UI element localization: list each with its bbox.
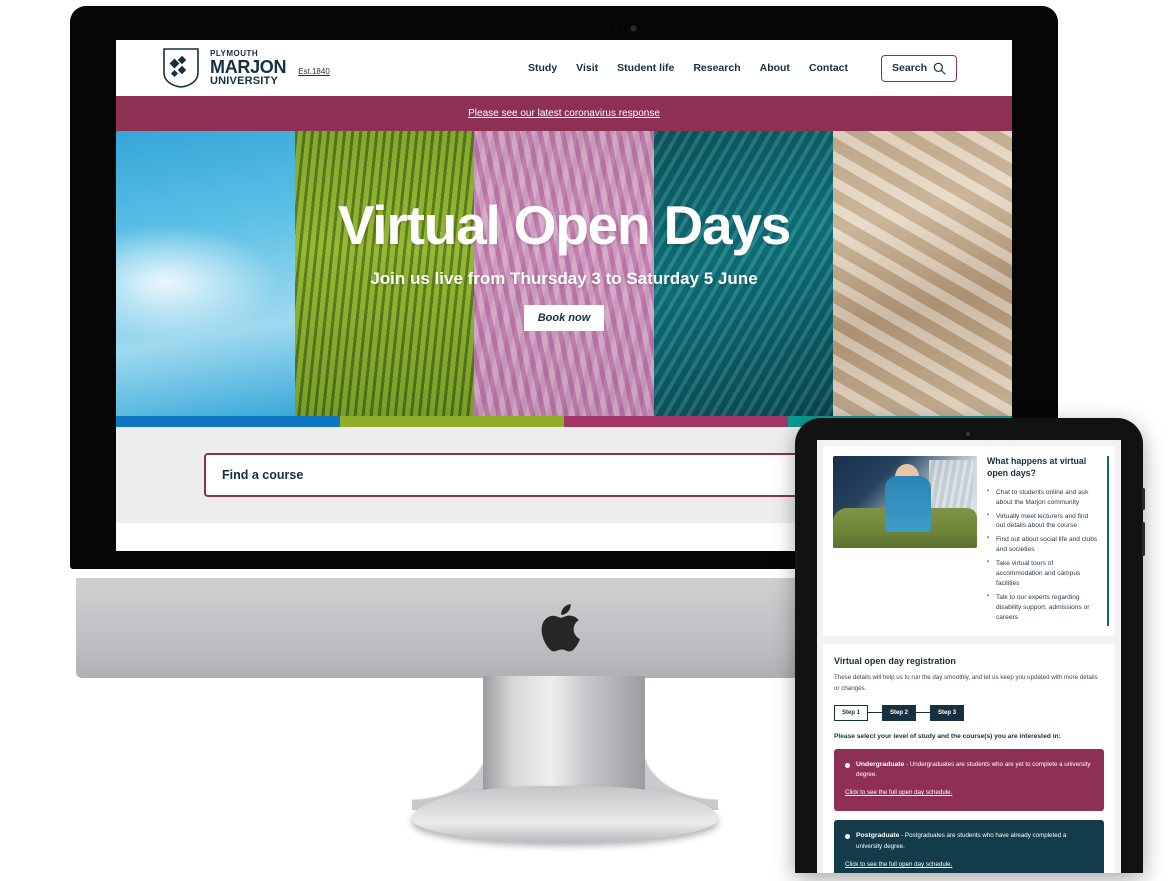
option-text: Undergraduate - Undergraduates are stude…: [856, 760, 1093, 781]
coronavirus-banner[interactable]: Please see our latest coronavirus respon…: [116, 96, 1012, 131]
option-title: Postgraduate: [856, 832, 900, 840]
option-title: Undergraduate: [856, 760, 905, 768]
tablet-screen: What happens at virtual open days? Chat …: [817, 440, 1121, 873]
imac-camera-indicator-icon: [615, 28, 617, 30]
tablet-volume-button[interactable]: [1142, 488, 1145, 510]
registration-heading: Virtual open day registration: [834, 656, 956, 667]
step-connector: [916, 711, 931, 714]
colorbar-segment-blue: [116, 416, 340, 427]
hero-title: Virtual Open Days: [337, 194, 792, 256]
option-row: Undergraduate - Undergraduates are stude…: [845, 760, 1093, 781]
nav-item-visit[interactable]: Visit: [576, 62, 598, 74]
brand-line-2: MARJON: [210, 56, 287, 77]
search-icon: [933, 62, 946, 75]
option-row: Postgraduate - Postgraduates are student…: [845, 831, 1093, 852]
book-now-button[interactable]: Book now: [523, 305, 605, 331]
imac-stand-neck: [483, 676, 645, 804]
student-photo: [833, 456, 977, 548]
step-connector: [868, 711, 883, 714]
marjon-shield-icon: [163, 48, 199, 88]
tablet-device: What happens at virtual open days? Chat …: [795, 418, 1145, 873]
imac-stand-base: [412, 786, 718, 842]
info-card-bullet-list: Chat to students online and ask about th…: [987, 487, 1099, 623]
main-navigation: Study Visit Student life Research About …: [528, 54, 958, 82]
step-1[interactable]: Step 1: [834, 704, 869, 721]
list-item: Find out about social life and clubs and…: [987, 534, 1099, 555]
established-label[interactable]: Est.1840: [298, 61, 330, 76]
list-item: Talk to our experts regarding disability…: [987, 592, 1099, 623]
tablet-power-button[interactable]: [1142, 522, 1145, 556]
list-item: Take virtual tours of accommodation and …: [987, 558, 1099, 589]
student-body: [885, 476, 931, 532]
apple-logo-icon: [541, 604, 580, 652]
step-indicator: Step 1 Step 2 Step 3: [834, 704, 1104, 721]
option-undergraduate[interactable]: Undergraduate - Undergraduates are stude…: [834, 748, 1104, 812]
hero-subtitle: Join us live from Thursday 3 to Saturday…: [370, 269, 758, 288]
registration-intro: These details will help us to run the da…: [834, 674, 1098, 692]
open-day-info-card: What happens at virtual open days? Chat …: [823, 446, 1115, 637]
card-accent-line: [1107, 456, 1109, 627]
hero-content: Virtual Open Days Join us live from Thur…: [116, 131, 1012, 416]
radio-icon[interactable]: [845, 762, 850, 768]
registration-card: Virtual open day registration These deta…: [823, 644, 1115, 873]
info-card-heading: What happens at virtual open days?: [987, 456, 1087, 478]
colorbar-segment-green: [340, 416, 564, 427]
imac-camera-icon: [631, 26, 636, 31]
nav-item-study[interactable]: Study: [528, 62, 557, 74]
list-item: Virtually meet lecturers and find out de…: [987, 511, 1099, 532]
site-header: PLYMOUTH MARJON UNIVERSITY Est.1840 Stud…: [116, 40, 1012, 96]
nav-item-student-life[interactable]: Student life: [617, 62, 674, 74]
search-button[interactable]: Search: [881, 54, 958, 82]
list-item: Chat to students online and ask about th…: [987, 487, 1099, 508]
course-search-placeholder: Find a course: [222, 468, 304, 482]
step-2[interactable]: Step 2: [882, 704, 917, 721]
coronavirus-banner-link[interactable]: Please see our latest coronavirus respon…: [468, 108, 660, 119]
screenshot-stage: PLYMOUTH MARJON UNIVERSITY Est.1840 Stud…: [0, 0, 1168, 881]
brand-line-3: UNIVERSITY: [210, 74, 279, 87]
postgraduate-schedule-link[interactable]: Click to see the full open day schedule.: [845, 861, 952, 868]
search-button-label: Search: [892, 62, 928, 74]
radio-icon[interactable]: [845, 834, 850, 840]
colorbar-segment-magenta: [564, 416, 788, 427]
nav-item-about[interactable]: About: [760, 62, 790, 74]
option-postgraduate[interactable]: Postgraduate - Postgraduates are student…: [834, 820, 1104, 873]
study-level-prompt: Please select your level of study and th…: [834, 732, 1061, 740]
tablet-camera-icon: [966, 432, 970, 436]
option-text: Postgraduate - Postgraduates are student…: [856, 831, 1093, 852]
site-logo[interactable]: PLYMOUTH MARJON UNIVERSITY: [162, 47, 287, 89]
step-3[interactable]: Step 3: [930, 704, 965, 721]
hero-section: Virtual Open Days Join us live from Thur…: [116, 131, 1012, 416]
nav-item-research[interactable]: Research: [693, 62, 740, 74]
undergraduate-schedule-link[interactable]: Click to see the full open day schedule.: [845, 789, 952, 796]
nav-item-contact[interactable]: Contact: [809, 62, 848, 74]
